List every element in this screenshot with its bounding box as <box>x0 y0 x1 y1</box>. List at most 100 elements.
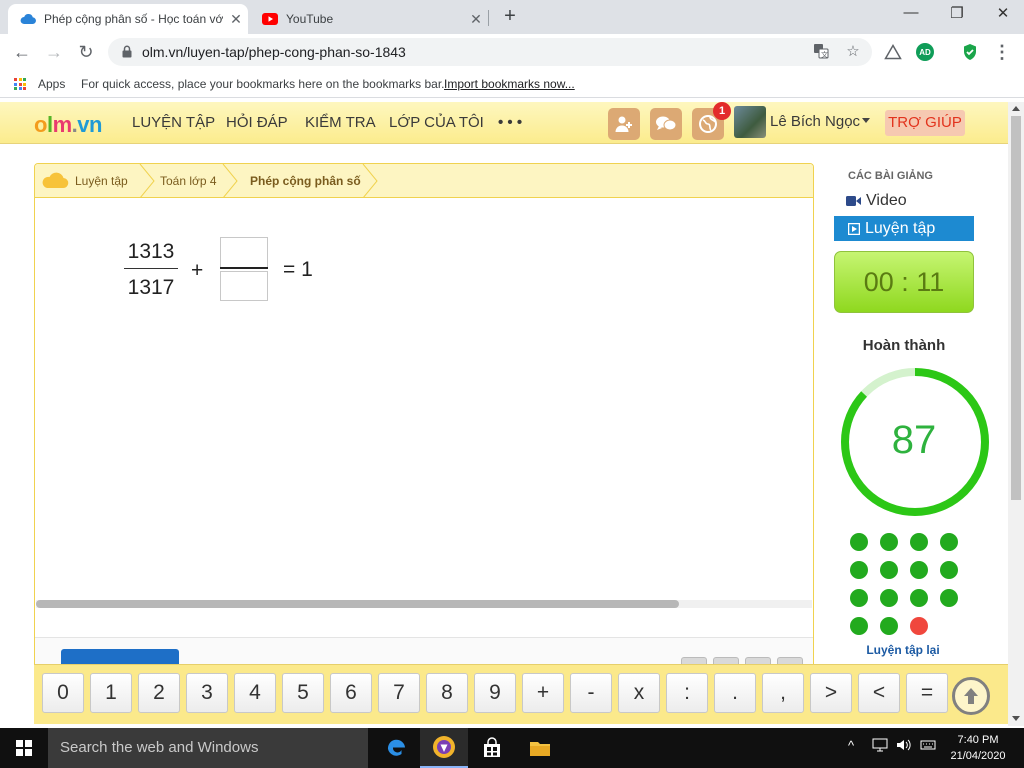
clock-date: 21/04/2020 <box>950 750 1006 762</box>
tab-youtube[interactable]: YouTube ✕ <box>250 4 488 34</box>
reload-icon[interactable]: ↻ <box>74 40 98 64</box>
restore-icon[interactable]: ❐ <box>934 4 980 28</box>
youtube-favicon-icon <box>262 11 278 27</box>
volume-icon[interactable] <box>896 738 912 755</box>
edge-icon[interactable] <box>372 728 420 768</box>
backspace-key-icon[interactable] <box>952 677 990 715</box>
key-8[interactable]: 8 <box>426 673 468 713</box>
translate-icon[interactable]: 文 <box>812 43 830 61</box>
key-0[interactable]: 0 <box>42 673 84 713</box>
new-tab-icon[interactable]: + <box>498 6 522 28</box>
bookmark-star-icon[interactable]: ☆ <box>844 43 862 61</box>
result-dot-correct <box>910 589 928 607</box>
keyboard-icon[interactable] <box>920 738 936 755</box>
result-dot-correct <box>880 589 898 607</box>
answer-numerator-input[interactable] <box>220 237 268 267</box>
windows-start-icon[interactable] <box>16 740 32 756</box>
math-keypad: 0 1 2 3 4 5 6 7 8 9 + - x : . , > < = <box>34 664 1008 724</box>
adblock-extension-icon[interactable]: AD <box>916 43 934 61</box>
user-menu-caret-icon[interactable] <box>862 118 870 123</box>
network-icon[interactable] <box>872 738 888 755</box>
back-icon[interactable]: ← <box>10 40 34 64</box>
apps-shortcut[interactable]: Apps <box>38 77 65 91</box>
breadcrumb-grade4[interactable]: Toán lớp 4 <box>160 174 217 188</box>
key-greater[interactable]: > <box>810 673 852 713</box>
file-explorer-icon[interactable] <box>516 728 564 768</box>
address-bar[interactable]: olm.vn/luyen-tap/phep-cong-phan-so-1843 … <box>108 38 872 66</box>
page-scrollbar[interactable] <box>1008 102 1024 726</box>
nav-my-class[interactable]: LỚP CỦA TÔI <box>389 114 484 131</box>
lock-icon <box>122 45 132 63</box>
key-less[interactable]: < <box>858 673 900 713</box>
practice-link-active[interactable]: Luyện tập <box>834 216 974 241</box>
key-equals[interactable]: = <box>906 673 948 713</box>
close-tab-icon[interactable]: ✕ <box>224 11 248 28</box>
cloud-favicon-icon <box>20 11 36 27</box>
key-multiply[interactable]: x <box>618 673 660 713</box>
nav-practice[interactable]: LUYỆN TẬP <box>132 114 215 131</box>
practice-label: Luyện tập <box>865 219 936 237</box>
olm-logo[interactable]: olm.vn <box>34 112 102 138</box>
help-button[interactable]: TRỢ GIÚP <box>885 110 965 136</box>
messages-icon[interactable] <box>650 108 682 140</box>
scroll-up-icon[interactable] <box>1012 106 1020 111</box>
key-9[interactable]: 9 <box>474 673 516 713</box>
key-minus[interactable]: - <box>570 673 612 713</box>
extension-triangle-icon[interactable] <box>884 43 902 61</box>
key-2[interactable]: 2 <box>138 673 180 713</box>
key-4[interactable]: 4 <box>234 673 276 713</box>
key-plus[interactable]: + <box>522 673 564 713</box>
lessons-heading: CÁC BÀI GIẢNG <box>848 170 933 182</box>
forward-icon[interactable]: → <box>42 40 66 64</box>
fraction-bar <box>124 268 178 269</box>
nav-qa[interactable]: HỎI ĐÁP <box>226 114 288 131</box>
key-5[interactable]: 5 <box>282 673 324 713</box>
key-3[interactable]: 3 <box>186 673 228 713</box>
tab-olm[interactable]: Phép cộng phân số - Học toán vớ ✕ <box>8 4 248 34</box>
breadcrumb-practice[interactable]: Luyện tập <box>75 174 128 188</box>
tray-chevron-icon[interactable]: ^ <box>848 738 854 753</box>
horizontal-scrollbar[interactable] <box>36 600 812 608</box>
import-bookmarks-link[interactable]: Import bookmarks now... <box>444 77 575 91</box>
retry-link[interactable]: Luyện tập lại <box>836 643 970 657</box>
key-1[interactable]: 1 <box>90 673 132 713</box>
nav-more-icon[interactable]: • • • <box>498 114 522 131</box>
scrollbar-thumb[interactable] <box>36 600 679 608</box>
play-square-icon <box>848 222 860 235</box>
breadcrumb-separator-icon <box>222 164 238 198</box>
breadcrumb-current: Phép cộng phân số <box>250 174 361 188</box>
completion-score: 87 <box>891 418 937 462</box>
cloud-home-icon[interactable] <box>40 171 70 194</box>
clock-time: 7:40 PM <box>957 734 999 746</box>
scroll-down-icon[interactable] <box>1012 716 1020 721</box>
key-7[interactable]: 7 <box>378 673 420 713</box>
user-name[interactable]: Lê Bích Ngọc <box>770 113 860 130</box>
close-window-icon[interactable]: ✕ <box>980 4 1024 28</box>
minimize-icon[interactable]: — <box>888 4 934 28</box>
svg-text:文: 文 <box>821 50 828 59</box>
video-link[interactable]: Video <box>846 192 907 210</box>
result-dot-correct <box>940 533 958 551</box>
store-icon[interactable] <box>468 728 516 768</box>
tab-separator <box>488 10 489 26</box>
nav-tests[interactable]: KIỂM TRA <box>305 114 376 131</box>
browser-menu-icon[interactable]: ⋮ <box>990 40 1014 64</box>
close-tab-icon[interactable]: ✕ <box>464 11 488 28</box>
exercise-panel: Luyện tập Toán lớp 4 Phép cộng phân số 1… <box>34 163 814 723</box>
key-6[interactable]: 6 <box>330 673 372 713</box>
answer-denominator-input[interactable] <box>220 271 268 301</box>
breadcrumb: Luyện tập Toán lớp 4 Phép cộng phân số <box>35 164 813 198</box>
taskbar-search[interactable]: Search the web and Windows <box>48 728 368 768</box>
key-comma[interactable]: , <box>762 673 804 713</box>
user-avatar[interactable] <box>734 106 766 138</box>
breadcrumb-separator-icon <box>139 164 155 198</box>
apps-grid-icon[interactable] <box>14 78 26 90</box>
timer-display: 00 : 11 <box>834 251 974 313</box>
key-divide[interactable]: : <box>666 673 708 713</box>
taskbar-clock[interactable]: 7:40 PM 21/04/2020 <box>948 732 1008 764</box>
shield-extension-icon[interactable] <box>961 43 979 61</box>
page-scrollbar-thumb[interactable] <box>1011 116 1021 500</box>
browser-taskbar-icon[interactable] <box>420 728 468 768</box>
key-dot[interactable]: . <box>714 673 756 713</box>
add-friend-icon[interactable] <box>608 108 640 140</box>
